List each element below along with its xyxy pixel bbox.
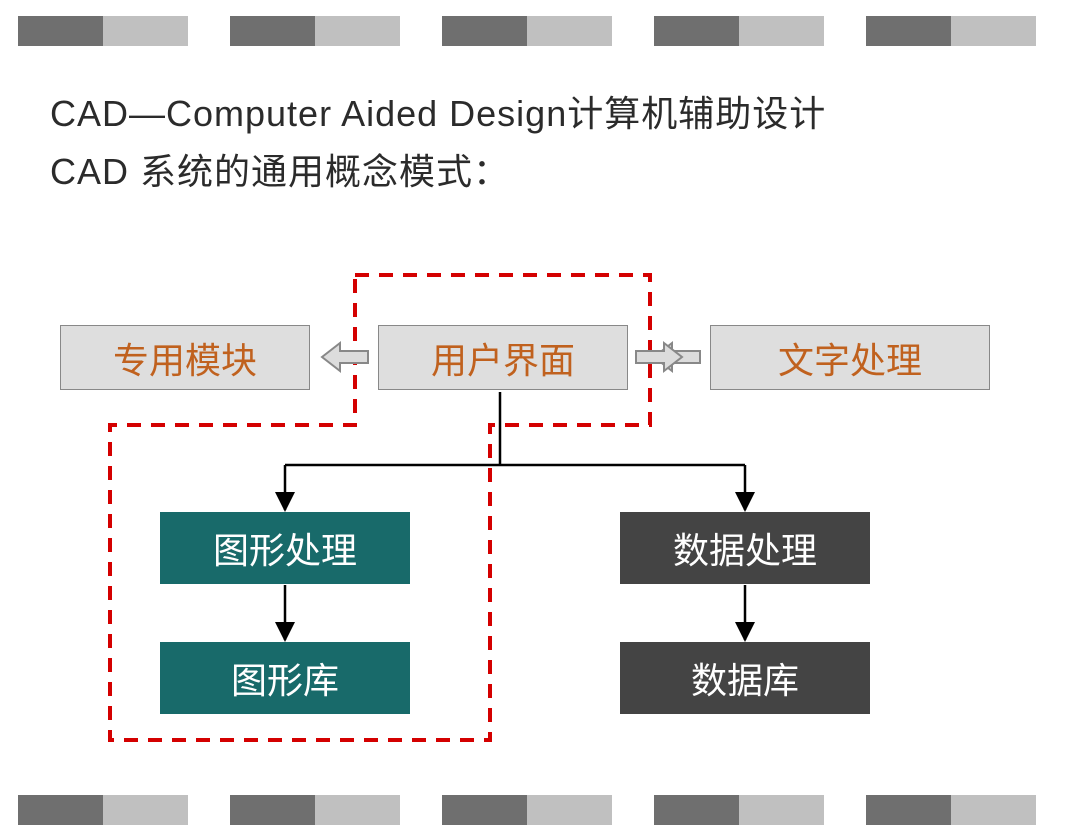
box-user-interface: 用户界面 bbox=[378, 325, 628, 390]
edge-bar-bottom-4 bbox=[654, 795, 824, 825]
edge-bar-top-2 bbox=[230, 16, 400, 46]
box-text-processing: 文字处理 bbox=[710, 325, 990, 390]
edge-bar-top-3 bbox=[442, 16, 612, 46]
box-database: 数据库 bbox=[620, 642, 870, 714]
edge-bar-bottom-3 bbox=[442, 795, 612, 825]
box-user-interface-label: 用户界面 bbox=[431, 332, 575, 384]
arrow-right-icon bbox=[636, 343, 682, 371]
box-special-module: 专用模块 bbox=[60, 325, 310, 390]
box-special-module-label: 专用模块 bbox=[113, 332, 257, 384]
box-data-processing-label: 数据处理 bbox=[673, 522, 817, 574]
title-block: CAD—Computer Aided Design计算机辅助设计 CAD 系统的… bbox=[50, 85, 826, 200]
double-arrow-left-icon bbox=[322, 343, 368, 371]
box-database-label: 数据库 bbox=[691, 652, 799, 704]
box-data-processing: 数据处理 bbox=[620, 512, 870, 584]
double-arrow-right-icon bbox=[654, 343, 700, 371]
edge-bar-bottom-2 bbox=[230, 795, 400, 825]
edge-bar-top-1 bbox=[18, 16, 188, 46]
edge-bar-bottom-5 bbox=[866, 795, 1036, 825]
box-text-processing-label: 文字处理 bbox=[778, 332, 922, 384]
box-graphic-processing-label: 图形处理 bbox=[213, 522, 357, 574]
edge-bar-bottom-1 bbox=[18, 795, 188, 825]
box-graphic-library-label: 图形库 bbox=[231, 652, 339, 704]
title-line-2: CAD 系统的通用概念模式： bbox=[50, 143, 826, 201]
title-line-1: CAD—Computer Aided Design计算机辅助设计 bbox=[50, 85, 826, 143]
box-graphic-processing: 图形处理 bbox=[160, 512, 410, 584]
box-graphic-library: 图形库 bbox=[160, 642, 410, 714]
edge-bar-top-5 bbox=[866, 16, 1036, 46]
edge-bar-top-4 bbox=[654, 16, 824, 46]
